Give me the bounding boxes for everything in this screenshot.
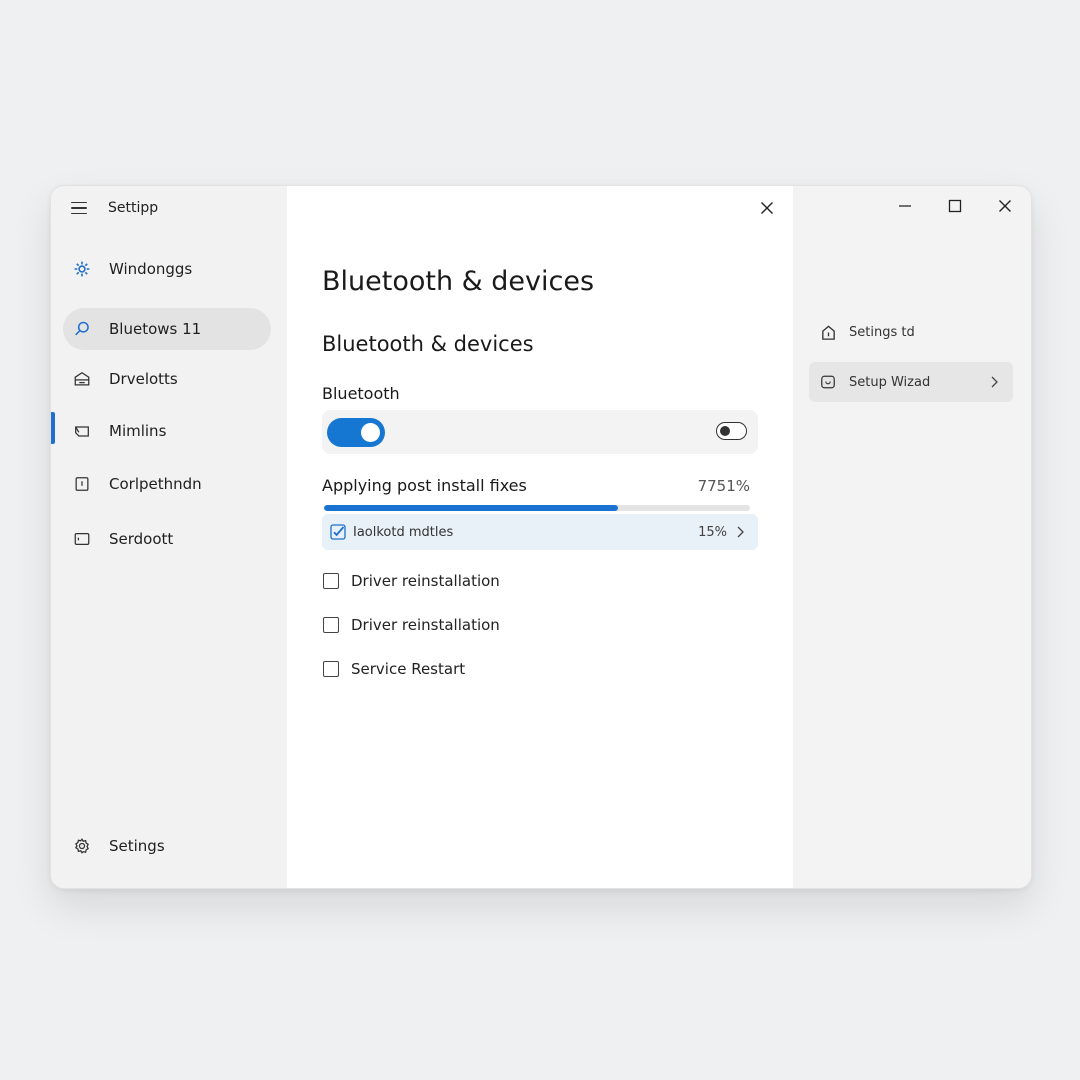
display-icon (72, 529, 92, 549)
sidebar-item-label: Serdoott (109, 530, 174, 548)
progress-label: Applying post install fixes (322, 476, 527, 495)
step-label: Driver reinstallation (351, 572, 500, 590)
search-icon (72, 319, 92, 339)
progress-percent: 7751% (697, 477, 750, 495)
sidebar-item-corlpethndn[interactable]: Corlpethndn (63, 463, 271, 505)
sidebar-item-label: Bluetows 11 (109, 320, 202, 338)
sidebar-item-label: Setings (109, 837, 165, 855)
step-checkbox-driver-reinstallation-1[interactable]: Driver reinstallation (323, 572, 500, 590)
checked-checkbox-icon[interactable] (329, 524, 346, 541)
close-pane-button[interactable] (757, 198, 777, 218)
hamburger-menu-icon[interactable] (71, 202, 87, 214)
active-step-row[interactable]: Iaolkotd mdtles 15% (322, 514, 758, 550)
step-label: Driver reinstallation (351, 616, 500, 634)
toggle-knob (720, 425, 730, 436)
progress-bar (324, 505, 750, 511)
sidebar-item-label: Drvelotts (109, 370, 178, 388)
sidebar-item-drvelotts[interactable]: Drvelotts (63, 358, 271, 400)
bluetooth-label: Bluetooth (322, 384, 400, 403)
bluetooth-toggle[interactable] (327, 418, 385, 447)
secondary-toggle[interactable] (716, 422, 747, 440)
sidebar-item-label: Corlpethndn (109, 475, 202, 493)
chevron-right-icon (737, 526, 744, 538)
app-title: Settipp (108, 200, 159, 216)
checkbox[interactable] (323, 661, 339, 677)
right-pane-item-settings[interactable]: Setings td (809, 312, 1013, 352)
checkbox[interactable] (323, 573, 339, 589)
step-checkbox-driver-reinstallation-2[interactable]: Driver reinstallation (323, 616, 500, 634)
devices-icon (72, 369, 92, 389)
minimize-icon (899, 205, 911, 207)
home-icon (819, 323, 837, 341)
sidebar-item-mimlins[interactable]: Mimlins (63, 410, 271, 452)
window-controls (895, 196, 1015, 216)
toggle-knob (361, 423, 380, 442)
page-title: Bluetooth & devices (322, 266, 595, 297)
chevron-right-icon (991, 376, 998, 388)
maximize-button[interactable] (945, 196, 965, 216)
close-icon (999, 200, 1011, 212)
step-checkbox-service-restart[interactable]: Service Restart (323, 660, 465, 678)
bluetooth-settings-row (322, 410, 758, 454)
settings-gear-icon (72, 836, 92, 856)
checkbox[interactable] (323, 617, 339, 633)
right-pane: Setings td Setup Wizad (793, 186, 1031, 888)
step-label: Service Restart (351, 660, 466, 678)
main-content: Bluetooth & devices Bluetooth & devices … (287, 186, 793, 888)
right-pane-item-setup-wizard[interactable]: Setup Wizad (809, 362, 1013, 402)
maximize-icon (948, 199, 962, 213)
sidebar-item-settings[interactable]: Setings (63, 825, 271, 867)
tablet-icon (72, 474, 92, 494)
sidebar-item-serdoott[interactable]: Serdoott (63, 518, 271, 560)
wizard-icon (819, 373, 837, 391)
minimize-button[interactable] (895, 196, 915, 216)
close-window-button[interactable] (995, 196, 1015, 216)
active-step-percent: 15% (698, 524, 727, 540)
active-indicator (51, 412, 55, 444)
right-pane-item-label: Setings td (849, 324, 915, 340)
sidebar-item-label: Mimlins (109, 422, 167, 440)
sidebar-item-bluetows[interactable]: Bluetows 11 (63, 308, 271, 350)
close-icon (761, 202, 773, 214)
app-header: Settipp (71, 198, 158, 218)
sidebar: Settipp Windonggs Bluetows 11 Drvelotts (51, 186, 287, 888)
active-step-label: Iaolkotd mdtles (353, 524, 454, 540)
settings-window: Settipp Windonggs Bluetows 11 Drvelotts (50, 185, 1032, 889)
sidebar-item-windonggs[interactable]: Windonggs (63, 248, 271, 290)
section-title: Bluetooth & devices (322, 332, 534, 356)
right-pane-item-label: Setup Wizad (849, 374, 931, 390)
windows-gear-icon (72, 259, 92, 279)
progress-bar-fill (324, 505, 618, 511)
mail-icon (72, 421, 92, 441)
sidebar-item-label: Windonggs (109, 260, 193, 278)
